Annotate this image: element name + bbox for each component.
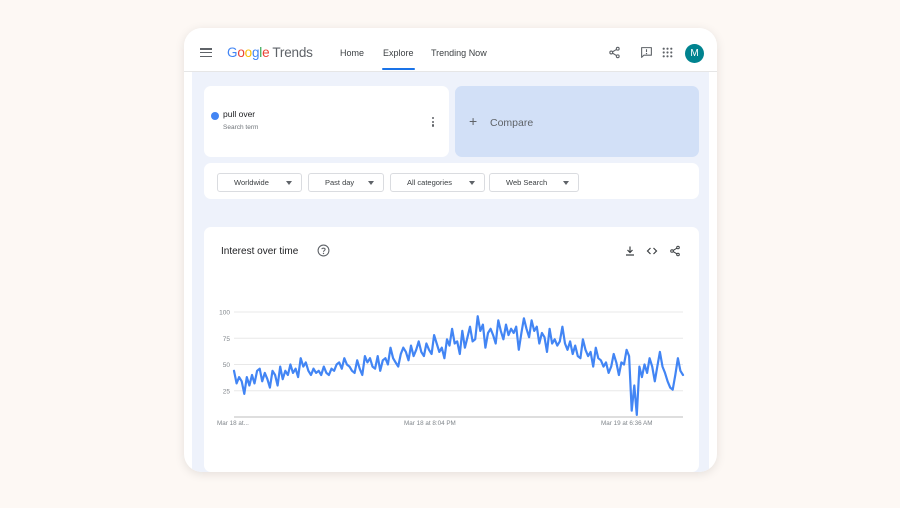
dropdown-caret-icon [368, 181, 374, 185]
y-tick-label: 50 [223, 362, 231, 369]
dropdown-caret-icon [469, 181, 475, 185]
filter-category-label: All categories [407, 178, 453, 187]
dropdown-caret-icon [563, 181, 569, 185]
menu-icon[interactable] [200, 48, 212, 58]
top-app-bar: Google Trends Home Explore Trending Now M [184, 28, 717, 72]
interest-line-chart[interactable]: 25 50 75 100 Mar 18 at... Mar 18 at 8:04 PM Ma… [204, 227, 699, 472]
feedback-icon[interactable] [640, 46, 653, 59]
logo-google-text: Google [227, 45, 270, 60]
filter-time-label: Past day [325, 178, 355, 187]
search-term-card[interactable]: pull over Search term [204, 86, 449, 157]
y-tick-label: 100 [219, 310, 230, 317]
logo-trends-text: Trends [272, 45, 313, 60]
filter-search-type-label: Web Search [506, 178, 548, 187]
series-line-pull-over [232, 315, 685, 416]
x-tick-label: Mar 18 at 8:04 PM [404, 420, 456, 427]
google-trends-logo[interactable]: Google Trends [227, 45, 313, 60]
filter-category[interactable]: All categories [390, 173, 485, 192]
interest-over-time-card: Interest over time 25 50 75 100 Mar 18 at...… [204, 227, 699, 472]
share-icon[interactable] [608, 46, 621, 59]
y-tick-label: 25 [223, 388, 231, 395]
search-term-name[interactable]: pull over [223, 109, 255, 119]
filters-bar: Worldwide Past day All categories Web Se… [204, 163, 699, 199]
search-term-type: Search term [223, 124, 259, 131]
plus-icon: + [469, 113, 478, 129]
explore-content: pull over Search term + Compare Worldwid… [192, 72, 709, 472]
compare-label: Compare [490, 117, 534, 129]
x-tick-label: Mar 19 at 6:36 AM [601, 420, 652, 427]
filter-location-label: Worldwide [234, 178, 269, 187]
y-tick-label: 75 [223, 336, 231, 343]
nav-trending-now[interactable]: Trending Now [431, 48, 487, 58]
more-options-icon[interactable] [431, 117, 435, 129]
x-tick-label: Mar 18 at... [217, 420, 249, 427]
dropdown-caret-icon [286, 181, 292, 185]
nav-explore[interactable]: Explore [382, 48, 415, 70]
tablet-frame: Google Trends Home Explore Trending Now M [184, 28, 717, 472]
nav-home[interactable]: Home [340, 48, 364, 58]
apps-grid-icon[interactable] [661, 46, 674, 59]
account-avatar[interactable]: M [685, 44, 704, 63]
term-color-dot [211, 112, 219, 120]
filter-location[interactable]: Worldwide [217, 173, 302, 192]
filter-search-type[interactable]: Web Search [489, 173, 579, 192]
filter-time-range[interactable]: Past day [308, 173, 384, 192]
compare-button[interactable]: + Compare [455, 86, 699, 157]
